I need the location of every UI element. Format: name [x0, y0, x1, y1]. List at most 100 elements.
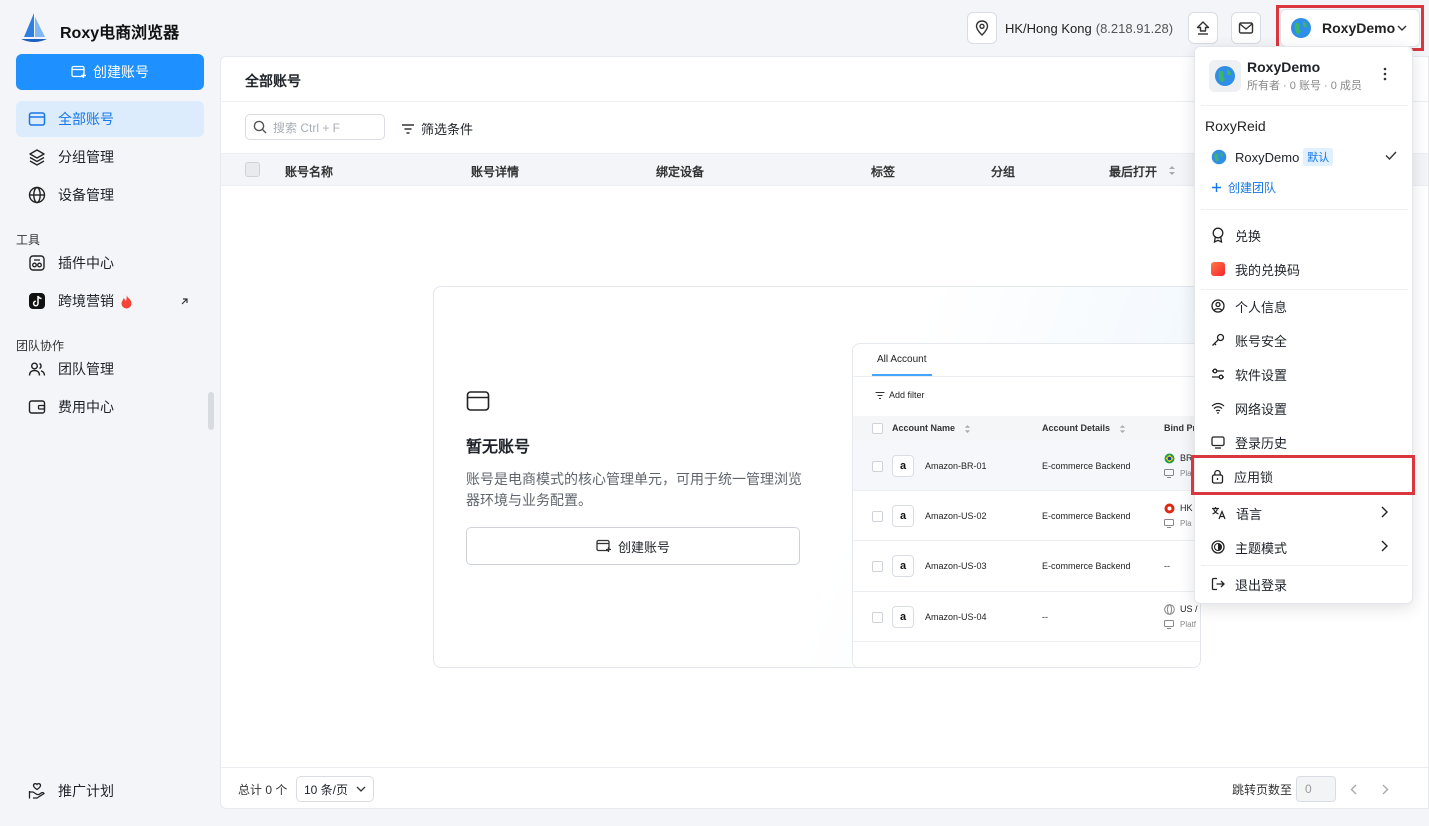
sort-icon[interactable] [1168, 165, 1176, 176]
add-card-icon [71, 65, 86, 78]
column-header: 账号名称 [285, 165, 334, 179]
filter-icon [402, 123, 414, 134]
dropdown-user-summary: 所有者 · 0 账号 · 0 成员 [1247, 80, 1362, 92]
sidebar-item-affiliate[interactable]: 推广计划 [16, 773, 204, 809]
monitor-icon [1164, 620, 1174, 629]
jump-label: 跳转页数至 [1232, 783, 1293, 797]
earth-avatar-icon [1211, 149, 1227, 165]
menu-item-logout[interactable]: 退出登录 [1195, 568, 1412, 600]
menu-item-profile[interactable]: 个人信息 [1195, 290, 1412, 322]
sidebar-scrollbar[interactable] [208, 392, 214, 430]
location-name: HK/Hong Kong [1005, 20, 1092, 36]
page-size-select[interactable]: 10 条/页 [296, 776, 374, 802]
menu-item-account-security[interactable]: 账号安全 [1195, 324, 1412, 356]
hand-heart-icon [28, 782, 45, 799]
preview-column-header: Account Name [892, 423, 956, 433]
sidebar-item-label: 全部账号 [58, 111, 114, 127]
monitor-icon [1211, 435, 1225, 449]
menu-item-language[interactable]: 语言 [1195, 497, 1412, 529]
sidebar-item-marketing[interactable]: 跨境营销 [16, 283, 204, 319]
menu-item-redeem-codes[interactable]: 我的兑换码 [1195, 253, 1412, 285]
user-name: RoxyDemo [1322, 20, 1396, 36]
preview-account-details: -- [1042, 612, 1048, 622]
preview-platform: Pla [1180, 519, 1192, 528]
menu-item-label: 网络设置 [1235, 401, 1288, 417]
next-page-button[interactable] [1375, 779, 1395, 799]
column-header[interactable]: 最后打开 [1109, 163, 1157, 180]
preview-add-filter: Add filter [875, 390, 925, 400]
location-button[interactable] [967, 12, 997, 44]
logout-icon [1211, 577, 1225, 591]
prev-page-button[interactable] [1343, 779, 1363, 799]
card-icon [28, 112, 46, 126]
preview-table-row: a Amazon-US-04 -- US / Platf [853, 592, 1200, 642]
more-vertical-icon[interactable] [1383, 67, 1387, 81]
amazon-icon: a [892, 606, 914, 628]
sidebar-item-label: 分组管理 [58, 149, 114, 165]
preview-table-header: Account Name Account Details Bind Pr [853, 416, 1200, 441]
divider [1201, 494, 1408, 495]
preview-account-name: Amazon-US-04 [925, 612, 987, 622]
menu-item-label: 应用锁 [1234, 469, 1274, 485]
sidebar-item-plugins[interactable]: 插件中心 [16, 245, 204, 281]
messages-button[interactable] [1231, 12, 1261, 44]
create-team-button[interactable]: 创建团队 [1211, 179, 1276, 196]
preview-table-row: a Amazon-US-03 E-commerce Backend -- [853, 542, 1200, 592]
key-icon [1212, 333, 1225, 346]
preview-checkbox [872, 461, 883, 472]
preview-tab: All Account [872, 344, 933, 376]
sort-icon [1119, 425, 1126, 433]
theme-icon [1211, 540, 1225, 554]
sailboat-logo-icon [21, 13, 47, 42]
award-icon [1212, 227, 1224, 243]
menu-item-label: 兑换 [1235, 228, 1262, 244]
preview-checkbox [872, 612, 883, 623]
preview-checkbox [872, 561, 883, 572]
preview-checkbox [872, 423, 883, 434]
amazon-icon: a [892, 455, 914, 477]
sidebar-item-devices[interactable]: 设备管理 [16, 177, 204, 213]
sidebar-item-billing[interactable]: 费用中心 [16, 389, 204, 425]
preview-account-name: Amazon-US-02 [925, 511, 987, 521]
sidebar-item-team[interactable]: 团队管理 [16, 351, 204, 387]
hong-kong-flag-icon [1164, 503, 1175, 514]
empty-create-account-button[interactable]: 创建账号 [466, 527, 800, 565]
menu-item-software-settings[interactable]: 软件设置 [1195, 358, 1412, 390]
sidebar-item-label: 推广计划 [58, 783, 114, 799]
workspace-item[interactable]: RoxyDemo 默认 [1211, 148, 1334, 166]
sidebar-item-label: 跨境营销 [58, 293, 114, 309]
empty-state-card: 暂无账号 账号是电商模式的核心管理单元，可用于统一管理浏览器环境与业务配置。 创… [433, 286, 1201, 668]
sidebar-item-label: 团队管理 [58, 361, 114, 377]
preview-bind-proxy: BR [1180, 453, 1193, 463]
map-pin-icon [975, 20, 989, 36]
filter-button[interactable]: 筛选条件 [401, 119, 473, 138]
preview-bind-proxy: -- [1164, 561, 1170, 571]
sidebar-item-groups[interactable]: 分组管理 [16, 139, 204, 175]
menu-item-theme[interactable]: 主题模式 [1195, 531, 1412, 563]
proxy-location[interactable]: HK/Hong Kong (8.218.91.28) [967, 12, 1173, 44]
menu-item-network-settings[interactable]: 网络设置 [1195, 392, 1412, 424]
mail-icon [1238, 22, 1254, 34]
search-input[interactable]: 搜索 Ctrl + F [245, 114, 385, 140]
create-account-button[interactable]: 创建账号 [16, 54, 204, 90]
sidebar-item-all-accounts[interactable]: 全部账号 [16, 101, 204, 137]
jump-page-input[interactable]: 0 [1296, 776, 1336, 802]
menu-item-app-lock[interactable]: 应用锁 [1195, 460, 1412, 492]
preview-illustration: All Account Add filter Account Name Acco… [852, 343, 1200, 667]
menu-item-login-history[interactable]: 登录历史 [1195, 426, 1412, 458]
preview-bind-proxy: HK [1180, 503, 1193, 513]
fire-icon [121, 294, 132, 308]
layers-icon [29, 149, 45, 166]
sliders-icon [1212, 368, 1224, 380]
user-menu-button[interactable]: RoxyDemo [1280, 9, 1420, 47]
upload-button[interactable] [1188, 12, 1218, 44]
menu-item-label: 软件设置 [1235, 367, 1288, 383]
amazon-icon: a [892, 555, 914, 577]
preview-checkbox [872, 511, 883, 522]
select-all-checkbox[interactable] [245, 162, 260, 177]
menu-item-redeem[interactable]: 兑换 [1195, 219, 1412, 251]
menu-item-label: 登录历史 [1235, 435, 1288, 451]
preview-column-header: Bind Pr [1164, 423, 1197, 433]
card-icon [466, 391, 490, 411]
monitor-icon [1164, 469, 1174, 478]
